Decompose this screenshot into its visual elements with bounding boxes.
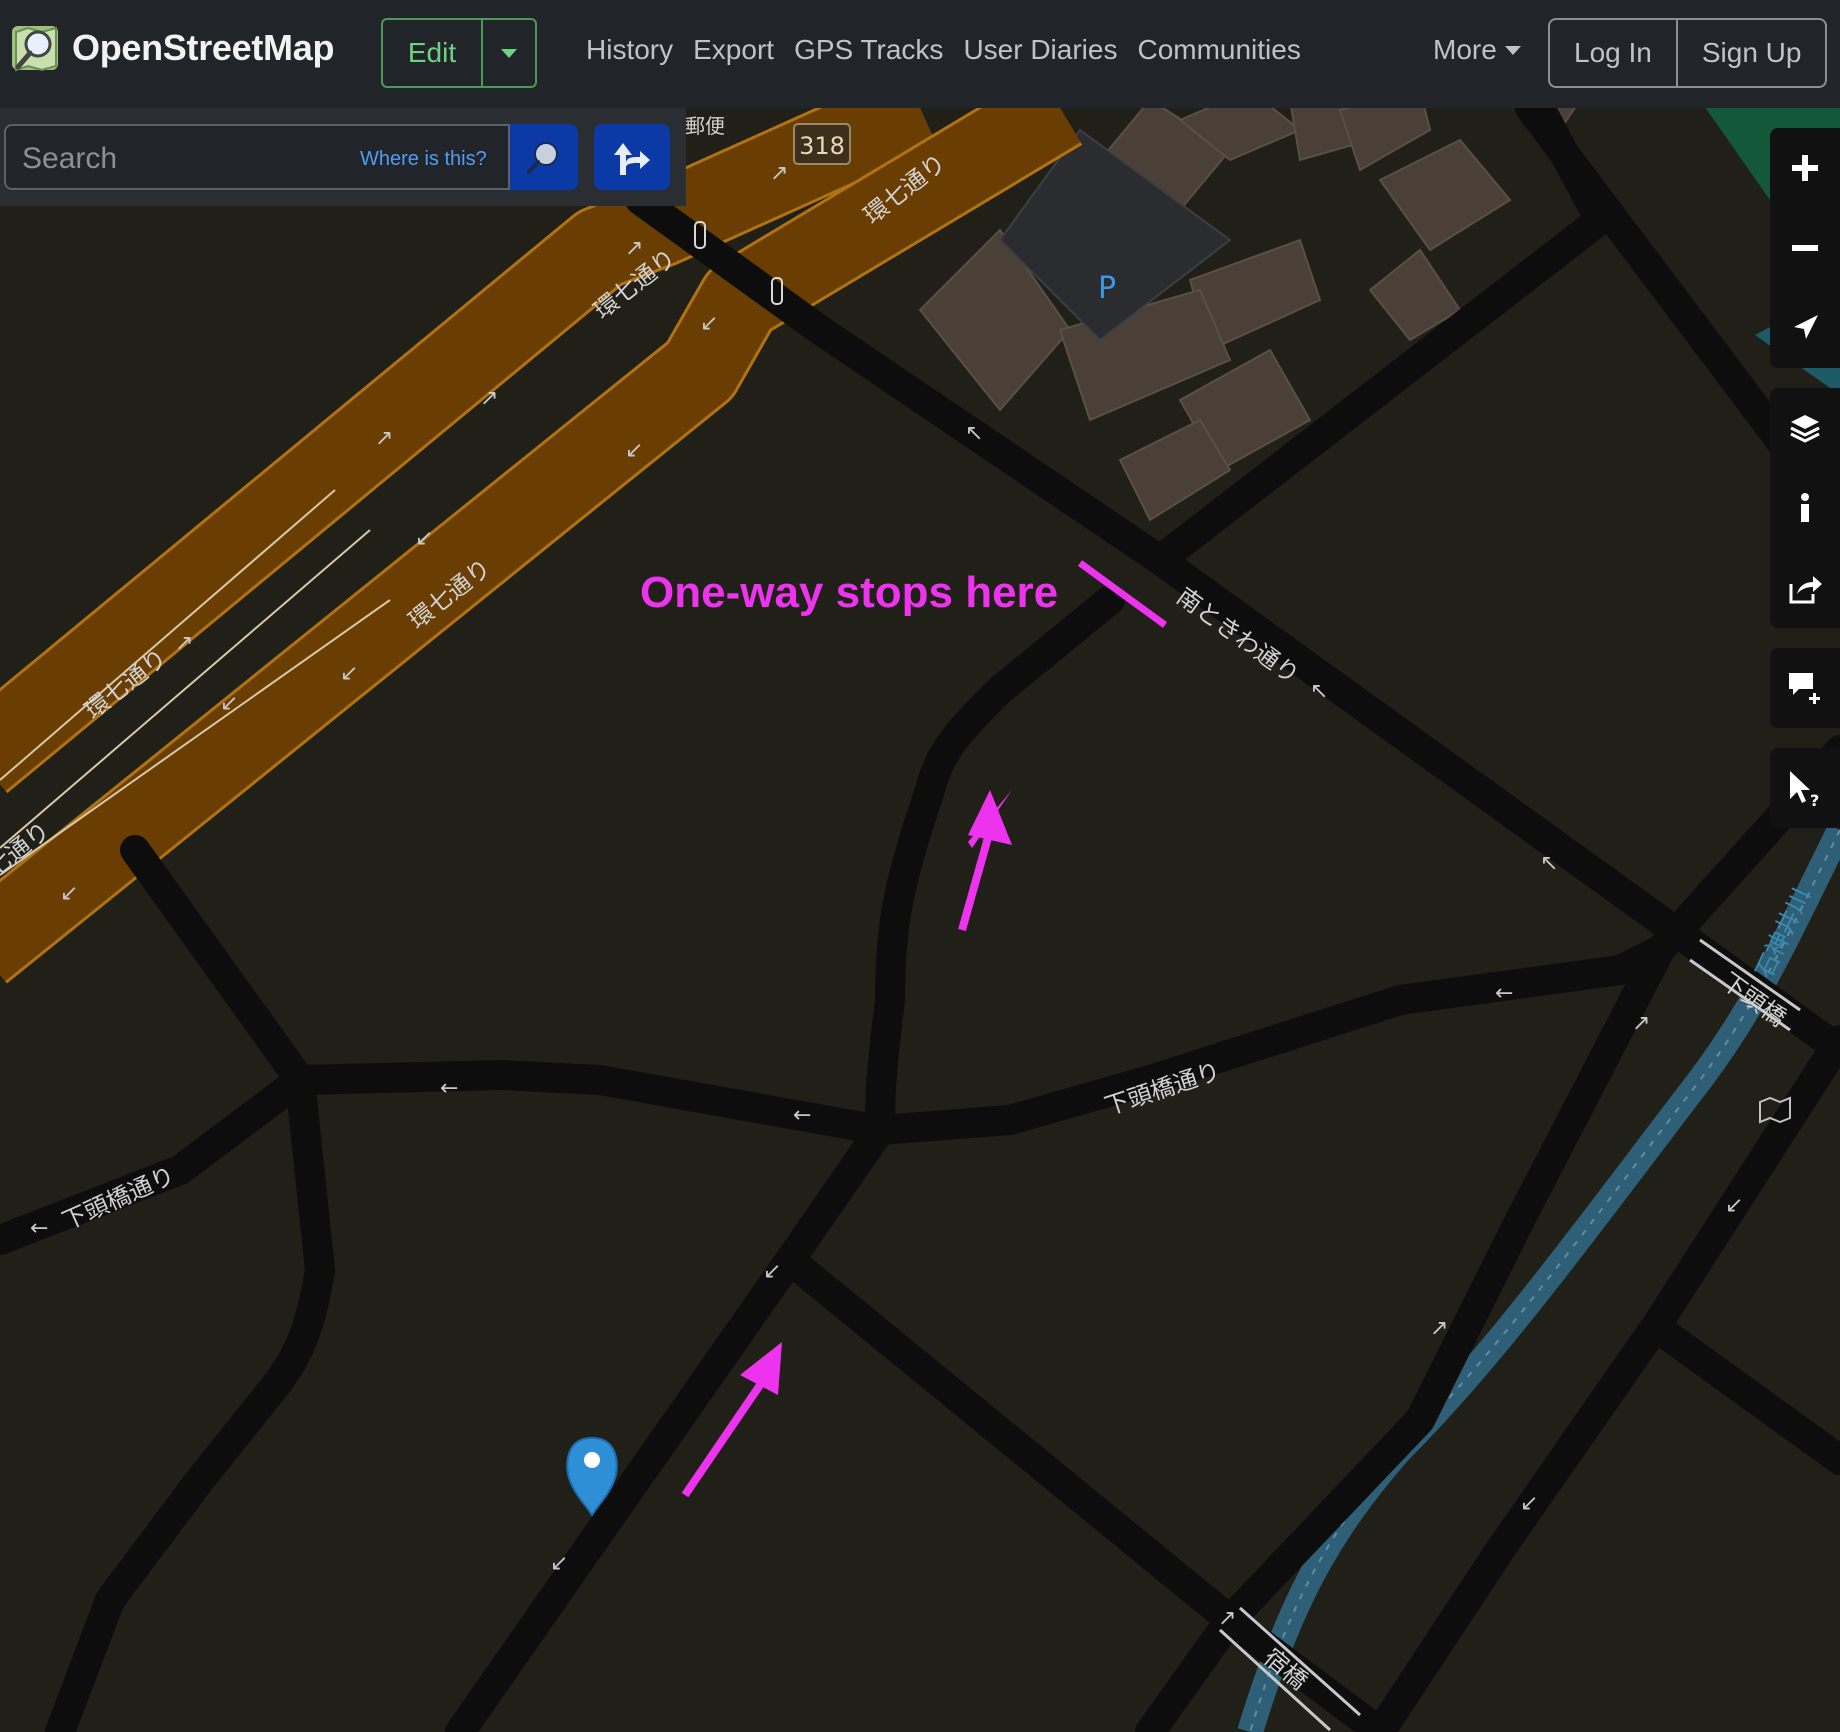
locate-button[interactable] <box>1770 288 1840 368</box>
nav-history[interactable]: History <box>586 34 673 66</box>
osm-app: ↖ ↖ ↖ ← ← ← ← ↙ ↙ ↗ ↗ ↗ ↙ ↙ ↗ ↗ ↗ ↙ ↙ ↙ … <box>0 0 1840 1732</box>
signup-button[interactable]: Sign Up <box>1678 20 1826 86</box>
svg-text:↗: ↗ <box>1632 1011 1650 1036</box>
chevron-down-icon <box>501 48 517 58</box>
edit-dropdown-toggle[interactable] <box>483 20 535 86</box>
osm-logo-icon <box>12 26 58 72</box>
query-features-button[interactable]: ? <box>1770 748 1840 828</box>
search-input[interactable]: Search Where is this? <box>4 124 510 190</box>
svg-text:↗: ↗ <box>625 236 643 261</box>
svg-text:←: ← <box>440 1076 458 1101</box>
add-note-button[interactable] <box>1770 648 1840 728</box>
svg-text:↙: ↙ <box>415 526 433 551</box>
directions-button[interactable] <box>594 124 670 190</box>
svg-text:↗: ↗ <box>480 386 498 411</box>
auth-buttons: Log In Sign Up <box>1548 18 1828 88</box>
svg-text:↗: ↗ <box>770 161 788 186</box>
svg-text:←: ← <box>793 1103 811 1128</box>
svg-text:↙: ↙ <box>340 661 358 686</box>
nav-gps-tracks[interactable]: GPS Tracks <box>794 34 943 66</box>
svg-text:↙: ↙ <box>60 881 78 906</box>
svg-text:←: ← <box>1495 981 1513 1006</box>
svg-text:←: ← <box>30 1216 48 1241</box>
nav-export[interactable]: Export <box>693 34 774 66</box>
svg-text:↖: ↖ <box>1540 851 1558 876</box>
svg-text:↗: ↗ <box>175 631 193 656</box>
locate-icon <box>1794 315 1818 339</box>
nav-user-diaries[interactable]: User Diaries <box>963 34 1117 66</box>
zoom-out-icon <box>1792 245 1818 251</box>
info-icon <box>1801 493 1809 522</box>
svg-text:郵便: 郵便 <box>685 114 725 138</box>
brand[interactable]: OpenStreetMap <box>8 20 334 76</box>
login-button[interactable]: Log In <box>1550 20 1678 86</box>
map-canvas[interactable]: ↖ ↖ ↖ ← ← ← ← ↙ ↙ ↗ ↗ ↗ ↙ ↙ ↗ ↗ ↗ ↙ ↙ ↙ … <box>0 0 1840 1732</box>
share-icon <box>1789 576 1822 604</box>
annotation-text: One-way stops here <box>640 568 1059 617</box>
svg-text:↙: ↙ <box>763 1259 781 1284</box>
svg-text:P: P <box>1098 271 1116 306</box>
search-button[interactable] <box>510 124 578 190</box>
more-label: More <box>1433 34 1497 65</box>
chevron-down-icon <box>1504 45 1521 55</box>
where-is-this-link[interactable]: Where is this? <box>360 148 487 171</box>
svg-text:↖: ↖ <box>1310 679 1328 704</box>
map-panels <box>1770 388 1840 628</box>
brand-name: OpenStreetMap <box>72 27 335 68</box>
svg-text:↙: ↙ <box>625 438 643 463</box>
directions-icon <box>614 143 650 175</box>
zoom-in-icon <box>1792 155 1818 181</box>
svg-text:↙: ↙ <box>1725 1193 1743 1218</box>
more-menu[interactable]: More <box>1433 34 1521 66</box>
search-panel: Search Where is this? <box>0 108 686 206</box>
svg-text:↙: ↙ <box>550 1551 568 1576</box>
nav-communities[interactable]: Communities <box>1137 34 1300 66</box>
add-note-icon <box>1789 673 1820 704</box>
svg-text:↙: ↙ <box>220 691 238 716</box>
share-button[interactable] <box>1770 548 1840 628</box>
query-features-icon: ? <box>1790 771 1819 807</box>
search-placeholder: Search <box>22 142 118 175</box>
query-controls: ? <box>1770 748 1840 828</box>
svg-text:↗: ↗ <box>375 426 393 451</box>
layers-icon <box>1790 415 1820 443</box>
svg-text:↙: ↙ <box>1520 1491 1538 1516</box>
zoom-out-button[interactable] <box>1770 208 1840 288</box>
top-navigation-bar: OpenStreetMap Edit History Export GPS Tr… <box>0 0 1840 108</box>
svg-text:↗: ↗ <box>1430 1316 1448 1341</box>
search-icon <box>527 142 558 174</box>
svg-text:318: 318 <box>799 132 845 160</box>
main-nav: History Export GPS Tracks User Diaries C… <box>586 34 1301 66</box>
layers-button[interactable] <box>1770 388 1840 468</box>
edit-button-group: Edit <box>381 18 537 88</box>
edit-button[interactable]: Edit <box>383 20 483 86</box>
map-key-button[interactable] <box>1770 468 1840 548</box>
svg-text:↖: ↖ <box>965 421 983 446</box>
svg-text:?: ? <box>1810 791 1819 807</box>
svg-text:↗: ↗ <box>1218 1606 1236 1631</box>
map-controls <box>1770 128 1840 368</box>
svg-text:↙: ↙ <box>700 311 718 336</box>
note-controls <box>1770 648 1840 728</box>
zoom-in-button[interactable] <box>1770 128 1840 208</box>
